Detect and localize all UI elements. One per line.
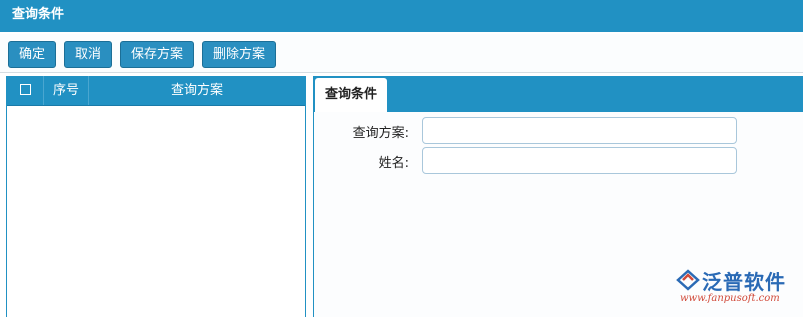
window-title: 查询条件 xyxy=(0,0,803,32)
brand-name: 泛普软件 xyxy=(702,270,786,294)
grid-header-bottom-line xyxy=(7,105,305,106)
plan-field-label: 查询方案: xyxy=(352,126,409,141)
tab-strip: 查询条件 xyxy=(314,76,803,112)
column-header-plan[interactable]: 查询方案 xyxy=(89,76,305,105)
plan-list-panel: 序号 查询方案 xyxy=(6,76,306,317)
brand-url: www.fanpusoft.com xyxy=(680,293,780,304)
grid-header: 序号 查询方案 xyxy=(7,76,305,105)
column-header-index[interactable]: 序号 xyxy=(44,76,88,105)
brand-logo-icon xyxy=(676,269,700,291)
save-plan-button[interactable]: 保存方案 xyxy=(120,41,194,68)
confirm-button[interactable]: 确定 xyxy=(8,41,56,68)
delete-plan-button[interactable]: 删除方案 xyxy=(202,41,276,68)
name-field-label: 姓名: xyxy=(378,156,409,171)
plan-input[interactable] xyxy=(422,117,737,144)
toolbar-divider xyxy=(0,72,803,73)
cancel-button[interactable]: 取消 xyxy=(64,41,112,68)
name-input[interactable] xyxy=(422,147,737,174)
tab-query-conditions[interactable]: 查询条件 xyxy=(315,78,387,112)
select-all-cell xyxy=(7,76,43,105)
brand-watermark: 泛普软件 www.fanpusoft.com xyxy=(674,269,794,310)
toolbar: 确定 取消 保存方案 删除方案 xyxy=(0,32,803,73)
select-all-checkbox[interactable] xyxy=(20,84,31,95)
